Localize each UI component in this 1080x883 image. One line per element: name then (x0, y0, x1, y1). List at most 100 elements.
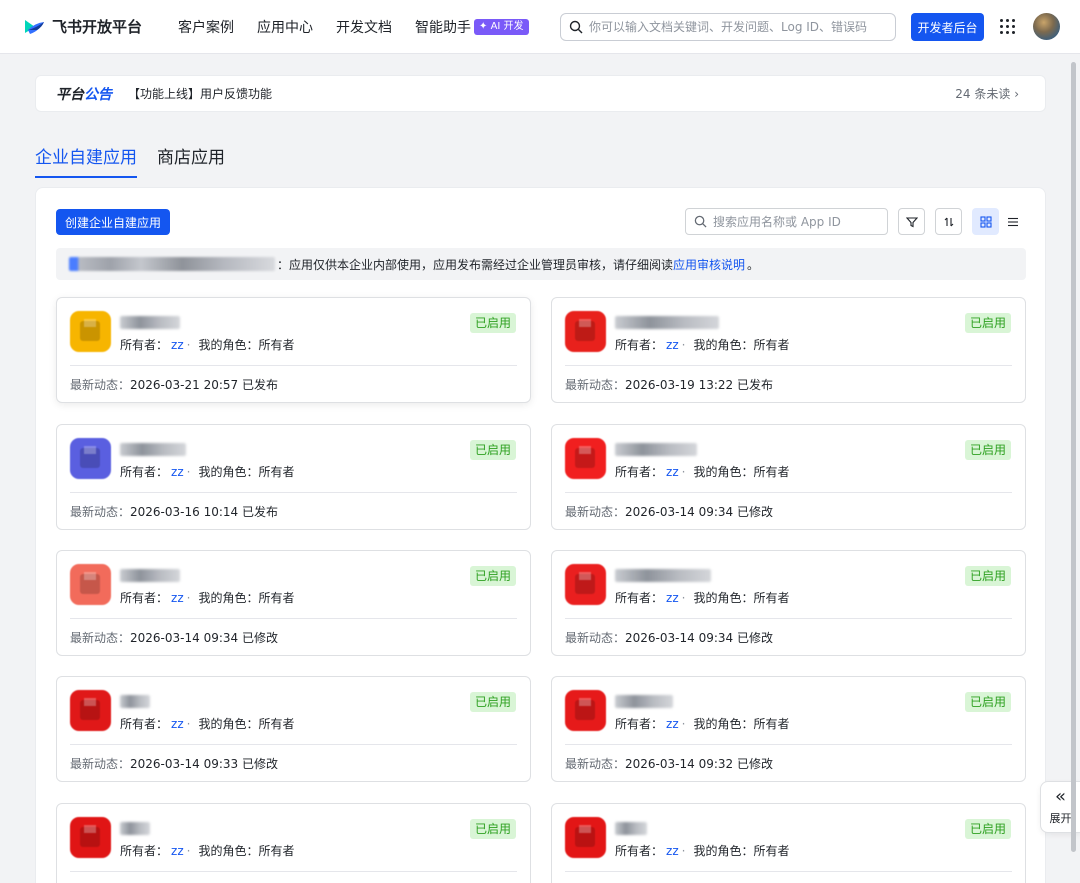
announcement-text[interactable]: 【功能上线】用户反馈功能 (128, 85, 272, 102)
latest-activity: 最新动态：2026-03-14 09:34 已修改 (70, 629, 278, 646)
search-icon (694, 215, 707, 228)
app-card[interactable]: 所有者： zz · 我的角色：所有者 已启用 (56, 803, 531, 883)
separator-dot: · (186, 338, 191, 352)
owner-name[interactable]: zz (171, 717, 184, 731)
nav-customer-cases[interactable]: 客户案例 (178, 17, 234, 37)
activity-time: 2026-03-19 13:22 (625, 378, 734, 392)
filter-button[interactable] (898, 208, 925, 235)
role-value: 所有者 (258, 338, 295, 352)
user-avatar[interactable] (1033, 13, 1060, 40)
nav-label: 智能助手 (415, 19, 472, 36)
owner-name[interactable]: zz (666, 844, 679, 858)
app-name-redacted (120, 822, 150, 835)
app-card[interactable]: 所有者： zz · 我的角色：所有者 已启用 最新动态：2026-03-14 09:33 … (56, 676, 531, 782)
nav-label: 客户案例 (178, 19, 235, 36)
app-icon (70, 438, 111, 479)
separator-dot: · (681, 844, 686, 858)
owner-name[interactable]: zz (171, 844, 184, 858)
status-badge: 已启用 (469, 566, 516, 586)
list-view-button[interactable] (999, 208, 1026, 235)
card-divider (70, 871, 517, 872)
ai-badge-label: AI 开发 (490, 20, 524, 32)
nav-app-center[interactable]: 应用中心 (257, 17, 313, 37)
app-icon (70, 311, 111, 352)
app-search-input[interactable] (713, 214, 873, 229)
app-grid-icon[interactable] (1000, 19, 1015, 34)
ai-badge: ✦ AI 开发 (474, 18, 529, 35)
view-toggle (972, 208, 1026, 235)
separator-dot: · (681, 591, 686, 605)
owner-name[interactable]: zz (666, 591, 679, 605)
role-value: 所有者 (258, 591, 295, 605)
app-owner-role: 所有者： zz · 我的角色：所有者 (615, 589, 789, 606)
status-badge: 已启用 (469, 440, 516, 460)
app-card[interactable]: 所有者： zz · 我的角色：所有者 已启用 最新动态：2026-03-14 09:32 … (551, 676, 1026, 782)
owner-name[interactable]: zz (171, 338, 184, 352)
top-navbar: 飞书开放平台 客户案例 应用中心 开发文档 智能助手 ✦ AI 开发 开发者后台 (0, 0, 1080, 54)
owner-label: 所有者： (120, 717, 169, 731)
sort-button[interactable] (935, 208, 962, 235)
tab-store-apps[interactable]: 商店应用 (157, 143, 225, 178)
doc-search-box[interactable] (560, 13, 896, 41)
app-owner-role: 所有者： zz · 我的角色：所有者 (120, 589, 294, 606)
nav-ai-assistant[interactable]: 智能助手 ✦ AI 开发 (415, 17, 529, 37)
owner-name[interactable]: zz (171, 465, 184, 479)
activity-label: 最新动态： (565, 378, 626, 392)
app-card[interactable]: 所有者： zz · 我的角色：所有者 已启用 最新动态：2026-03-16 10:14 … (56, 424, 531, 530)
app-name-redacted (615, 569, 711, 582)
activity-action: 已修改 (241, 757, 278, 771)
app-icon (565, 817, 606, 858)
app-card[interactable]: 所有者： zz · 我的角色：所有者 已启用 最新动态：2026-03-21 20:57 … (56, 297, 531, 403)
separator-dot: · (681, 338, 686, 352)
app-icon (565, 690, 606, 731)
latest-activity: 最新动态：2026-03-21 20:57 已发布 (70, 376, 278, 393)
separator-dot: · (681, 465, 686, 479)
notice-text: ：应用仅供本企业内部使用，应用发布需经过企业管理员审核，请仔细阅读 (277, 257, 674, 272)
status-badge: 已启用 (964, 440, 1011, 460)
card-divider (565, 492, 1012, 493)
separator-dot: · (186, 591, 191, 605)
review-guide-link[interactable]: 应用审核说明 (673, 256, 745, 273)
create-app-button[interactable]: 创建企业自建应用 (56, 209, 170, 235)
owner-label: 所有者： (120, 338, 169, 352)
app-card[interactable]: 所有者： zz · 我的角色：所有者 已启用 最新动态：2026-03-14 09:34 … (551, 424, 1026, 530)
app-type-tabs: 企业自建应用 商店应用 (35, 143, 245, 178)
announcement-bar[interactable]: 平台公告 【功能上线】用户反馈功能 24 条未读 › (35, 75, 1046, 112)
nav-dev-docs[interactable]: 开发文档 (336, 17, 392, 37)
app-card[interactable]: 所有者： zz · 我的角色：所有者 已启用 最新动态：2026-03-14 09:34 … (56, 550, 531, 656)
tab-enterprise-apps[interactable]: 企业自建应用 (35, 143, 137, 178)
sort-icon (944, 217, 953, 226)
role-value: 所有者 (753, 465, 790, 479)
activity-action: 已修改 (736, 631, 773, 645)
page-scrollbar[interactable] (1071, 58, 1077, 878)
owner-name[interactable]: zz (666, 338, 679, 352)
card-divider (565, 744, 1012, 745)
owner-name[interactable]: zz (666, 717, 679, 731)
app-search-box[interactable] (685, 208, 888, 235)
owner-label: 所有者： (615, 844, 664, 858)
app-name-redacted (120, 316, 180, 329)
owner-label: 所有者： (120, 844, 169, 858)
role-value: 所有者 (258, 844, 295, 858)
owner-name[interactable]: zz (666, 465, 679, 479)
app-card[interactable]: 所有者： zz · 我的角色：所有者 已启用 最新动态：2026-03-19 13:22 … (551, 297, 1026, 403)
app-card[interactable]: 所有者： zz · 我的角色：所有者 已启用 (551, 803, 1026, 883)
status-badge: 已启用 (469, 819, 516, 839)
role-label: 我的角色： (198, 591, 259, 605)
card-divider (70, 365, 517, 366)
brand[interactable]: 飞书开放平台 (22, 16, 142, 37)
app-name-redacted (615, 316, 719, 329)
grid-view-button[interactable] (972, 208, 999, 235)
developer-console-button[interactable]: 开发者后台 (911, 13, 984, 41)
doc-search-input[interactable] (589, 20, 879, 34)
app-icon (565, 438, 606, 479)
card-divider (565, 365, 1012, 366)
unread-count-link[interactable]: 24 条未读 › (955, 85, 1019, 102)
activity-label: 最新动态： (70, 757, 131, 771)
expand-label: 展开 (1049, 812, 1072, 825)
app-card[interactable]: 所有者： zz · 我的角色：所有者 已启用 最新动态：2026-03-14 09:34 … (551, 550, 1026, 656)
scrollbar-thumb[interactable] (1071, 62, 1076, 852)
unread-count: 24 条未读 (955, 87, 1011, 101)
owner-name[interactable]: zz (171, 591, 184, 605)
activity-time: 2026-03-14 09:34 (625, 505, 734, 519)
